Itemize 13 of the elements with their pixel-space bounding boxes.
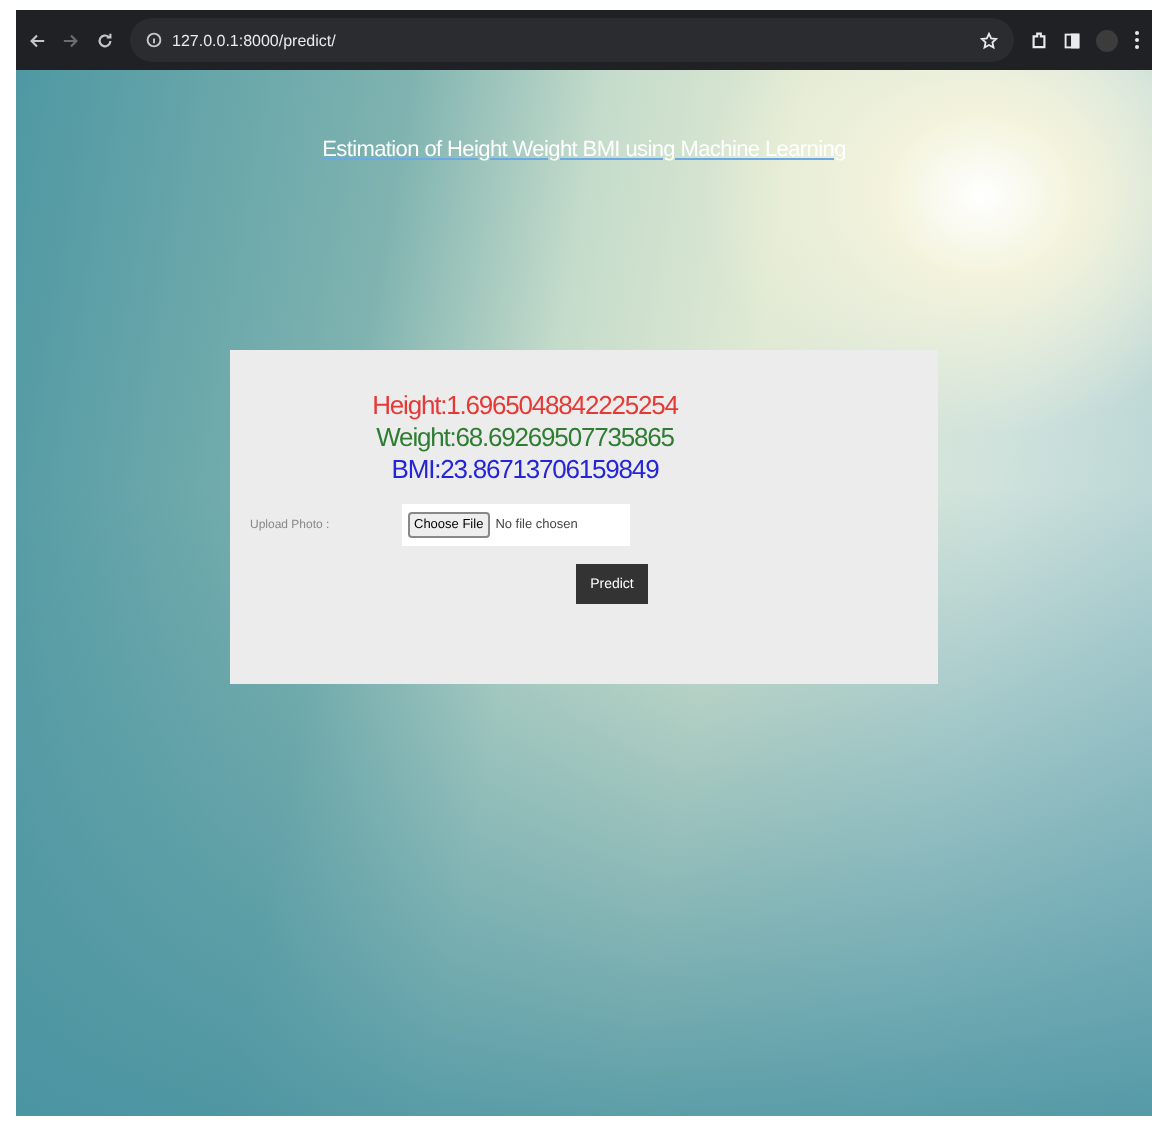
info-icon[interactable] xyxy=(146,32,162,48)
star-icon[interactable] xyxy=(980,31,998,49)
menu-icon[interactable] xyxy=(1134,30,1140,50)
forward-icon[interactable] xyxy=(62,31,80,49)
back-icon[interactable] xyxy=(28,31,46,49)
puzzle-icon[interactable] xyxy=(1030,30,1048,50)
result-text: Height:1.6965048842225254 xyxy=(372,390,678,420)
sidebar-icon[interactable] xyxy=(1064,31,1080,49)
result-text: Weight:68.69269507735865 xyxy=(376,422,674,452)
url-text: 127.0.0.1:8000/predict/ xyxy=(172,31,336,49)
reload-icon[interactable] xyxy=(96,31,114,49)
result-text: BMI:23.86713706159849 xyxy=(391,454,659,484)
address-bar[interactable]: 127.0.0.1:8000/predict/ xyxy=(130,18,1014,62)
